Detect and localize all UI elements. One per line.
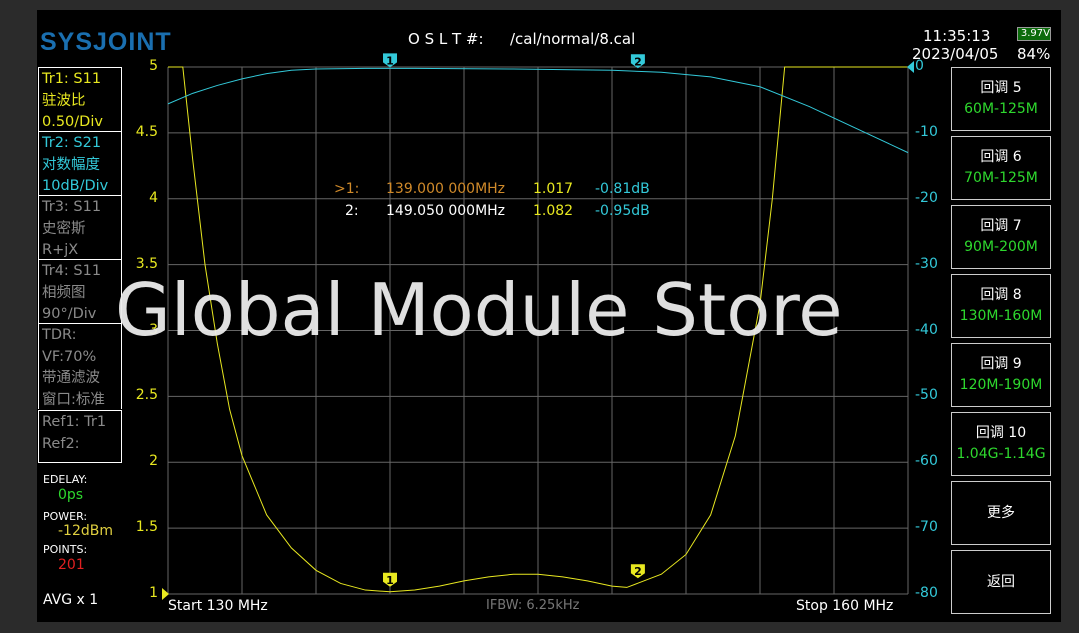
marker1-db: -0.81dB bbox=[595, 181, 650, 197]
button-range: 90M-200M bbox=[964, 239, 1038, 255]
marker2-db: -0.95dB bbox=[595, 203, 650, 219]
right-tick: -30 bbox=[915, 255, 938, 272]
marker-id: 1 bbox=[386, 574, 394, 587]
right-tick: -80 bbox=[915, 585, 938, 601]
button-title: 回调 9 bbox=[980, 356, 1022, 372]
marker1-swr: 1.017 bbox=[533, 181, 574, 197]
button-range: 60M-125M bbox=[964, 101, 1038, 117]
left-tick: 1 bbox=[149, 585, 158, 601]
right-tick: 0 bbox=[915, 58, 924, 74]
recall-button-2[interactable]: 回调 6 70M-125M bbox=[951, 136, 1051, 200]
right-tick: -10 bbox=[915, 123, 938, 140]
marker2-freq: 149.050 000MHz bbox=[386, 203, 506, 219]
right-tick: -40 bbox=[915, 321, 938, 338]
marker1-label: >1: bbox=[334, 181, 360, 197]
button-range: 130M-160M bbox=[959, 308, 1043, 324]
left-tick: 4.5 bbox=[135, 123, 158, 140]
button-title: 返回 bbox=[987, 573, 1015, 590]
start-freq[interactable]: Start 130 MHz bbox=[168, 598, 268, 614]
button-title: 更多 bbox=[987, 504, 1015, 521]
recall-button-8[interactable]: 返回 bbox=[951, 550, 1051, 614]
marker-id: 2 bbox=[634, 565, 642, 578]
button-range: 1.04G-1.14G bbox=[956, 446, 1046, 462]
left-tick: 2.5 bbox=[135, 387, 158, 404]
ifbw: IFBW: 6.25kHz bbox=[486, 598, 580, 613]
stop-freq[interactable]: Stop 160 MHz bbox=[796, 598, 893, 614]
right-tick: -70 bbox=[915, 519, 938, 536]
watermark: Global Module Store bbox=[115, 268, 843, 352]
button-title: 回调 6 bbox=[980, 149, 1022, 165]
button-title: 回调 7 bbox=[980, 218, 1022, 234]
right-tick: -50 bbox=[915, 387, 938, 404]
recall-button-5[interactable]: 回调 9 120M-190M bbox=[951, 343, 1051, 407]
marker-id: 2 bbox=[634, 55, 642, 68]
recall-button-4[interactable]: 回调 8 130M-160M bbox=[951, 274, 1051, 338]
button-range: 120M-190M bbox=[959, 377, 1043, 393]
left-tick: 1.5 bbox=[135, 519, 158, 536]
left-tick: 5 bbox=[149, 58, 158, 74]
left-tick: 4 bbox=[149, 189, 158, 206]
recall-button-1[interactable]: 回调 5 60M-125M bbox=[951, 67, 1051, 131]
marker2-label: 2: bbox=[345, 203, 359, 219]
button-title: 回调 10 bbox=[975, 425, 1027, 441]
marker1-freq: 139.000 000MHz bbox=[386, 181, 506, 197]
right-tick: -20 bbox=[915, 189, 938, 206]
button-title: 回调 8 bbox=[980, 287, 1022, 303]
button-title: 回调 5 bbox=[980, 80, 1022, 96]
recall-button-6[interactable]: 回调 10 1.04G-1.14G bbox=[951, 412, 1051, 476]
left-tick: 2 bbox=[149, 453, 158, 470]
button-range: 70M-125M bbox=[964, 170, 1038, 186]
marker-id: 1 bbox=[386, 54, 394, 67]
marker2-swr: 1.082 bbox=[533, 203, 574, 219]
recall-button-3[interactable]: 回调 7 90M-200M bbox=[951, 205, 1051, 269]
recall-button-7[interactable]: 更多 bbox=[951, 481, 1051, 545]
right-tick: -60 bbox=[915, 453, 938, 470]
